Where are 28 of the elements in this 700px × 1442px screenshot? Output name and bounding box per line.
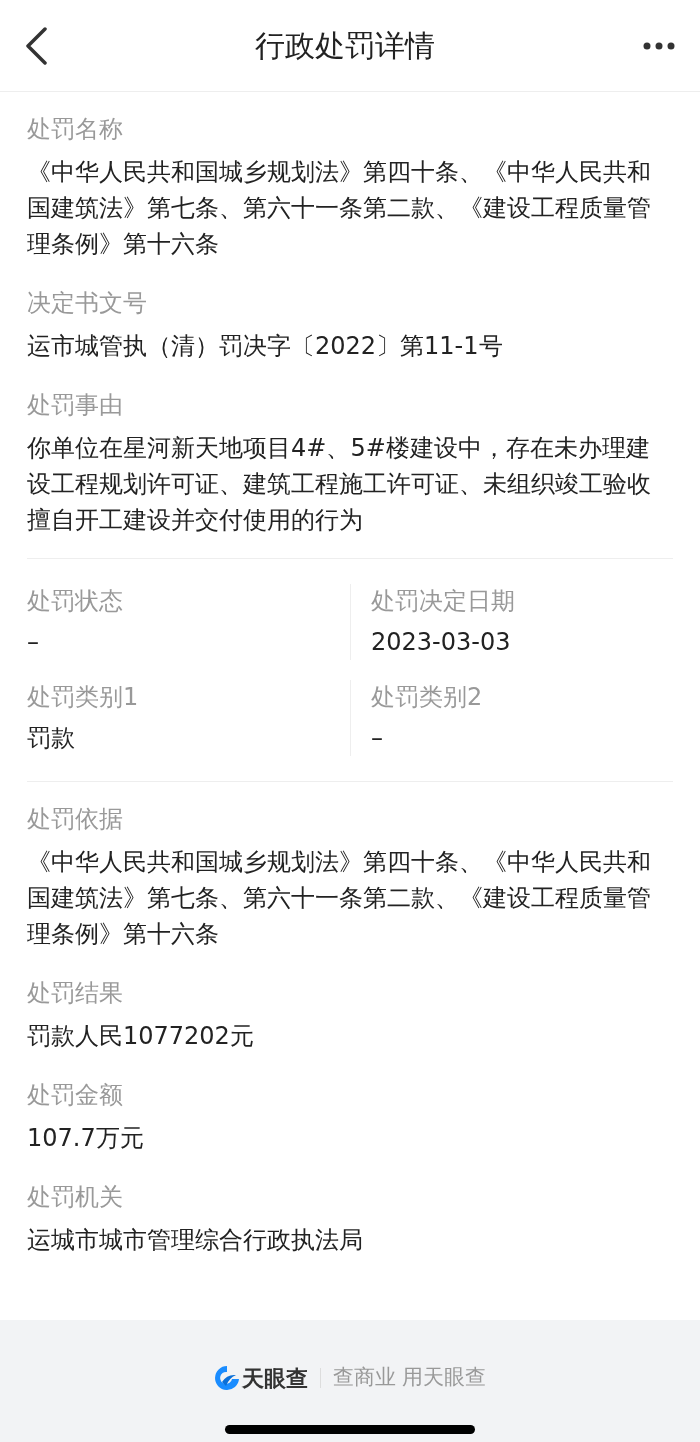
field-label: 处罚金额 (27, 1080, 124, 1111)
field-label: 处罚依据 (27, 804, 124, 835)
field-value: – (371, 723, 384, 754)
field-label: 处罚机关 (27, 1182, 124, 1213)
field-label: 处罚类别1 (27, 682, 140, 713)
field-label: 处罚状态 (27, 586, 124, 617)
back-icon[interactable] (24, 26, 48, 65)
field-value: 罚款 (27, 723, 76, 754)
field-label: 处罚结果 (27, 978, 124, 1009)
field-value: – (27, 627, 40, 658)
field-label: 处罚决定日期 (371, 586, 516, 617)
logo-icon (213, 1365, 240, 1391)
field-value: 你单位在星河新天地项目4#、5#楼建设中，存在未办理建设工程规划许可证、建筑工程施工许可证、未组织竣工验收擅自开工建设并交付使用的行为 (27, 433, 652, 536)
field-value: 107.7万元 (27, 1123, 145, 1154)
more-icon[interactable] (642, 40, 676, 51)
field-label: 处罚名称 (27, 114, 124, 145)
page-title: 行政处罚详情 (255, 27, 435, 65)
field-label: 决定书文号 (27, 288, 148, 319)
field-label: 处罚事由 (27, 390, 124, 421)
field-value: 2023-03-03 (371, 627, 512, 658)
slogan: 查商业 用天眼查 (332, 1364, 487, 1392)
field-value: 罚款人民1077202元 (27, 1021, 255, 1052)
field-value: 运市城管执（清）罚决字〔2022〕第11-1号 (27, 331, 504, 362)
field-label: 处罚类别2 (371, 682, 484, 713)
field-value: 运城市城市管理综合行政执法局 (27, 1225, 364, 1256)
brand-name: 天眼查 (241, 1364, 308, 1393)
field-value: 《中华人民共和国城乡规划法》第四十条、《中华人民共和国建筑法》第七条、第六十一条第二款、《建设工程质量管理条例》第十六条 (27, 157, 652, 260)
field-value: 《中华人民共和国城乡规划法》第四十条、《中华人民共和国建筑法》第七条、第六十一条第二款、《建设工程质量管理条例》第十六条 (27, 847, 652, 950)
